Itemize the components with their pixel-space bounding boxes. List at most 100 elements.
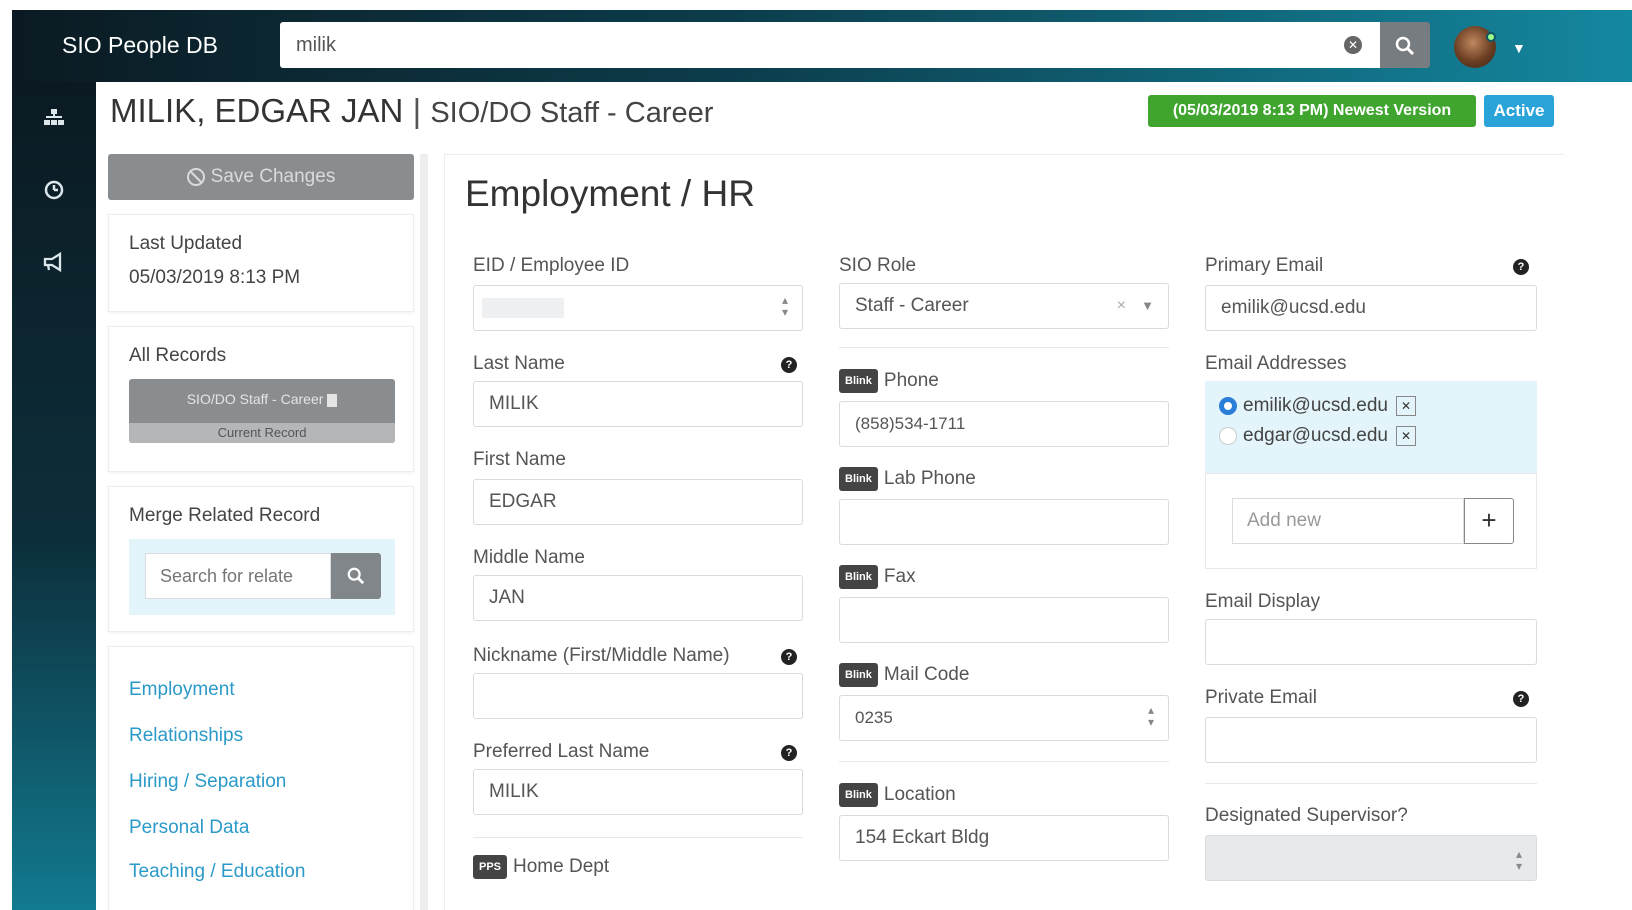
phone-label: Blink Phone [839,369,939,393]
link-teaching-education[interactable]: Teaching / Education [129,861,305,883]
current-record-button[interactable]: SIO/DO Staff - Career Current Record [129,379,395,443]
all-records-label: All Records [129,345,227,366]
title-separator: | [412,92,422,129]
employment-panel: Employment / HR EID / Employee ID ▴ ▾ Las… [444,154,1564,910]
location-label: Blink Location [839,783,956,807]
last-name-input[interactable]: MILIK [473,381,803,427]
phone-label-text: Phone [883,370,939,392]
blink-badge: Blink [839,565,878,589]
add-email-input[interactable]: Add new [1232,498,1464,544]
remove-email-icon[interactable]: ✕ [1396,425,1416,446]
primary-email-radio[interactable] [1219,396,1237,415]
designated-supervisor-select[interactable]: ▴ ▾ [1205,835,1537,881]
search-icon [347,567,365,585]
email-address: emilik@ucsd.edu [1243,395,1388,416]
merge-record-card: Merge Related Record [108,486,414,632]
mail-code-label: Blink Mail Code [839,663,969,687]
middle-name-input[interactable]: JAN [473,575,803,621]
version-badge[interactable]: (05/03/2019 8:13 PM) Newest Version [1148,95,1476,127]
first-name-label: First Name [473,449,566,470]
save-changes-label: Save Changes [210,166,336,187]
section-links-card: Employment Relationships Hiring / Separa… [108,646,414,910]
sidebar-scrollbar[interactable] [420,154,428,910]
fax-label-text: Fax [883,566,916,588]
search-icon [1395,36,1415,55]
blink-badge: Blink [839,783,878,807]
remove-email-icon[interactable]: ✕ [1395,395,1416,416]
chevron-down-icon[interactable]: ▼ [1141,284,1154,328]
link-personal-data[interactable]: Personal Data [129,817,249,839]
mail-code-value: 0235 [855,708,893,727]
merge-search-button[interactable] [331,553,381,599]
eid-redacted-value [482,298,564,318]
email-addresses-list: emilik@ucsd.edu ✕ edgar@ucsd.edu ✕ [1205,381,1537,473]
clear-search-icon[interactable]: ✕ [1344,36,1362,54]
preferred-last-name-input[interactable]: MILIK [473,769,803,815]
org-chart-icon[interactable] [40,106,68,134]
private-email-help-icon[interactable]: ? [1513,691,1529,707]
link-employment[interactable]: Employment [129,679,235,701]
location-input[interactable]: 154 Eckart Bldg [839,815,1169,861]
add-email-card: Add new + [1205,473,1537,569]
mail-code-input[interactable]: 0235 ▴ ▾ [839,695,1169,741]
nickname-input[interactable] [473,673,803,719]
link-hiring-separation[interactable]: Hiring / Separation [129,771,286,793]
user-menu-caret-icon[interactable]: ▼ [1512,40,1526,56]
top-bar: SIO People DB ✕ ▼ [12,10,1632,82]
last-updated-card: Last Updated 05/03/2019 8:13 PM [108,214,414,312]
left-nav [12,82,96,910]
lab-phone-input[interactable] [839,499,1169,545]
sio-role-label: SIO Role [839,255,917,276]
primary-email-input[interactable]: emilik@ucsd.edu [1205,285,1537,331]
eid-input[interactable]: ▴ ▾ [473,285,803,331]
lab-phone-label: Blink Lab Phone [839,467,976,491]
fax-label: Blink Fax [839,565,916,589]
page-title: MILIK, EDGAR JAN | SIO/DO Staff - Career [110,92,713,130]
primary-email-label: Primary Email [1205,255,1324,276]
divider [1205,783,1537,784]
home-dept-label: PPS Home Dept [473,855,609,879]
person-role: SIO/DO Staff - Career [430,97,714,129]
lab-phone-label-text: Lab Phone [883,468,976,490]
first-name-input[interactable]: EDGAR [473,479,803,525]
private-email-input[interactable] [1205,717,1537,763]
list-item: edgar@ucsd.edu ✕ [1219,425,1416,447]
add-email-button[interactable]: + [1464,498,1514,544]
sio-role-select[interactable]: Staff - Career × ▼ [839,283,1169,329]
primary-email-help-icon[interactable]: ? [1513,259,1529,275]
home-dept-text: Home Dept [513,856,610,878]
location-label-text: Location [883,784,956,806]
clear-role-icon[interactable]: × [1117,284,1126,328]
pps-badge: PPS [473,855,508,879]
global-search-input[interactable] [280,22,1320,68]
app-title[interactable]: SIO People DB [62,32,218,59]
primary-email-radio[interactable] [1219,426,1237,445]
history-clock-icon[interactable] [40,178,68,206]
blink-badge: Blink [839,369,878,393]
link-relationships[interactable]: Relationships [129,725,243,747]
all-records-card: All Records SIO/DO Staff - Career Curren… [108,326,414,472]
announcement-megaphone-icon[interactable] [40,250,68,278]
select-arrows-icon: ▴ ▾ [1515,847,1522,873]
fax-input[interactable] [839,597,1169,643]
nickname-help-icon[interactable]: ? [781,649,797,665]
last-name-help-icon[interactable]: ? [781,357,797,373]
merge-search-input[interactable] [145,553,331,599]
mail-code-stepper-icon[interactable]: ▴ ▾ [1148,704,1154,728]
phone-input[interactable]: (858)534-1711 [839,401,1169,447]
ban-icon [186,167,205,186]
divider [473,837,803,838]
last-updated-label: Last Updated [129,233,243,254]
eid-stepper-icon[interactable]: ▴ ▾ [782,294,788,318]
preferred-last-name-help-icon[interactable]: ? [781,745,797,761]
mail-code-label-text: Mail Code [883,664,970,686]
document-icon [327,393,338,407]
middle-name-label: Middle Name [473,547,585,568]
merge-record-label: Merge Related Record [129,505,321,526]
email-display-input[interactable] [1205,619,1537,665]
save-changes-button[interactable]: Save Changes [108,154,414,200]
preferred-last-name-label: Preferred Last Name [473,741,650,762]
nickname-label: Nickname (First/Middle Name) [473,645,730,666]
designated-supervisor-label: Designated Supervisor? [1205,805,1408,826]
search-button[interactable] [1380,22,1430,68]
